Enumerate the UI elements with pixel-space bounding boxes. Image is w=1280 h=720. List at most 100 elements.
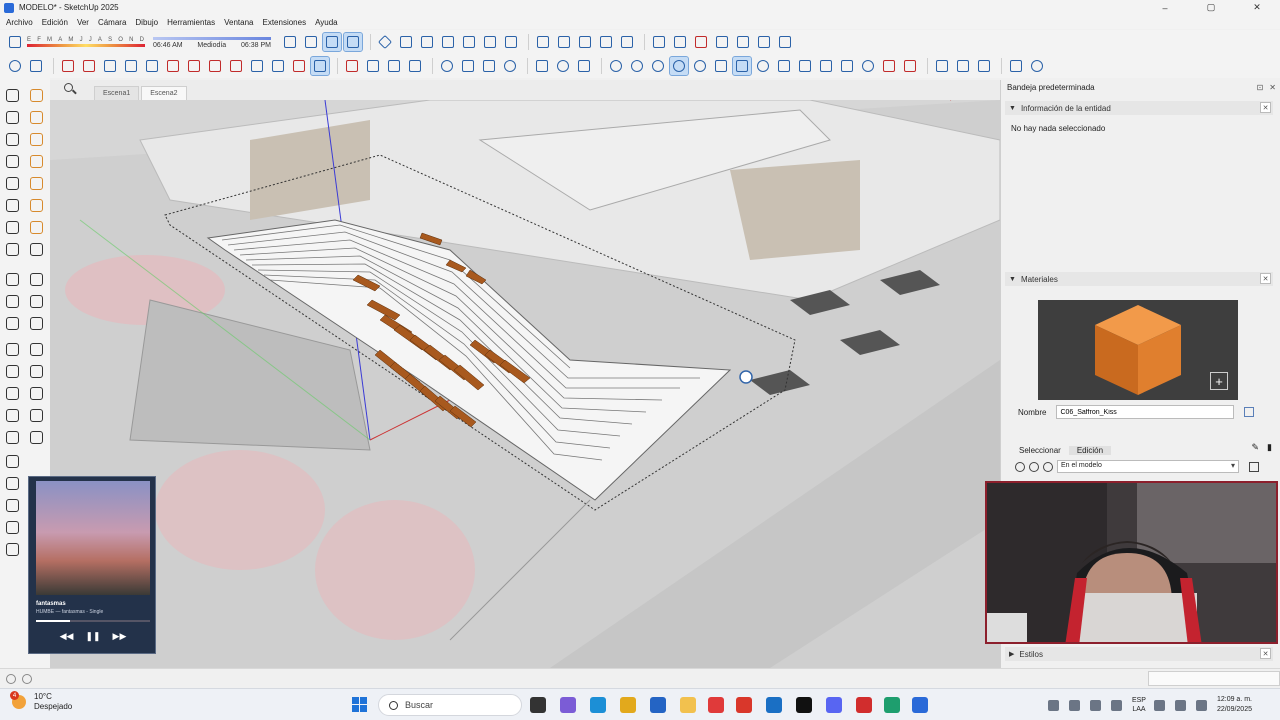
onedrive-icon[interactable] xyxy=(1068,699,1080,711)
materials-close-icon[interactable]: ✕ xyxy=(1260,273,1271,284)
entity-info-header[interactable]: ▼ Información de la entidad ✕ xyxy=(1005,101,1273,115)
house-icon[interactable] xyxy=(3,362,21,380)
tiles-icon[interactable] xyxy=(3,518,21,536)
gear-small-icon[interactable] xyxy=(27,240,45,258)
scale-tool-icon[interactable] xyxy=(3,196,21,214)
menu-herramientas[interactable]: Herramientas xyxy=(167,18,215,27)
next-track-button[interactable]: ▶▶ xyxy=(113,631,127,642)
shadow-date-slider[interactable]: EFMAMJJASOND xyxy=(27,37,145,47)
eyedropper-icon[interactable]: ✎ xyxy=(1252,442,1260,453)
menu-dibujo[interactable]: Dibujo xyxy=(135,18,158,27)
top-view-icon[interactable] xyxy=(397,33,415,51)
details-arrow-icon[interactable] xyxy=(1249,461,1259,472)
stack-icon[interactable] xyxy=(3,292,21,310)
taskbar-search[interactable]: Buscar xyxy=(378,694,522,716)
outlook-icon[interactable] xyxy=(766,697,782,713)
bucket-alt-icon[interactable] xyxy=(27,428,45,446)
paint-tool-icon[interactable] xyxy=(27,292,45,310)
shadow-time-slider[interactable]: 06:46 AM Mediodía 06:38 PM xyxy=(153,36,271,49)
solid-subtract-icon[interactable] xyxy=(480,57,498,75)
edit-icon[interactable] xyxy=(27,314,45,332)
materials-tab-select[interactable]: Seleccionar xyxy=(1011,446,1069,455)
print-icon[interactable] xyxy=(3,540,21,558)
pan-icon[interactable] xyxy=(3,130,21,148)
volume-icon[interactable] xyxy=(1153,699,1165,711)
security-icon[interactable] xyxy=(1089,699,1101,711)
terrain-drape-icon[interactable] xyxy=(975,57,993,75)
sun-icon[interactable] xyxy=(27,196,45,214)
wifi-icon[interactable] xyxy=(1174,699,1186,711)
help-icon[interactable] xyxy=(6,673,16,684)
arc-tool-icon[interactable] xyxy=(3,108,21,126)
folder-icon[interactable] xyxy=(533,57,551,75)
user-icon[interactable] xyxy=(1028,57,1046,75)
line-segment-icon[interactable] xyxy=(775,57,793,75)
iso-view-icon[interactable] xyxy=(376,33,394,51)
explode-icon[interactable] xyxy=(576,33,594,51)
fill-drop-icon[interactable] xyxy=(628,57,646,75)
stamp-icon[interactable] xyxy=(713,33,731,51)
lock-icon[interactable] xyxy=(3,314,21,332)
menu-camara[interactable]: Cámara xyxy=(98,18,126,27)
bucket-icon[interactable] xyxy=(3,428,21,446)
layers-tool-icon[interactable] xyxy=(27,270,45,288)
tape-icon[interactable] xyxy=(27,152,45,170)
look-around-icon[interactable] xyxy=(3,218,21,236)
dimension-icon[interactable] xyxy=(364,57,382,75)
weather-widget[interactable]: 4 10°C Despejado xyxy=(10,691,72,712)
xray-icon[interactable] xyxy=(302,33,320,51)
snap-magnet-icon[interactable] xyxy=(732,56,752,76)
copilot-icon[interactable] xyxy=(560,697,576,713)
tray-close-icon[interactable]: ✕ xyxy=(1269,83,1276,92)
orbit-icon[interactable] xyxy=(281,33,299,51)
cube-outline-icon[interactable] xyxy=(796,57,814,75)
wireframe-icon[interactable] xyxy=(343,32,363,52)
box-open-icon[interactable] xyxy=(27,362,45,380)
lasso-select-icon[interactable] xyxy=(3,86,21,104)
magnet-icon[interactable] xyxy=(712,57,730,75)
section-plane-icon[interactable] xyxy=(343,57,361,75)
table-icon[interactable] xyxy=(3,496,21,514)
previous-track-button[interactable]: ◀◀ xyxy=(60,631,74,642)
play-pause-button[interactable]: ❚❚ xyxy=(85,631,100,642)
walk-icon[interactable] xyxy=(27,108,45,126)
opera-icon[interactable] xyxy=(708,697,724,713)
pin-icon[interactable] xyxy=(27,174,45,192)
bottom-view-icon[interactable] xyxy=(502,33,520,51)
front-view-icon[interactable] xyxy=(418,33,436,51)
solid-intersect-icon[interactable] xyxy=(459,57,477,75)
edge-icon[interactable] xyxy=(590,697,606,713)
window-icon[interactable] xyxy=(3,270,21,288)
solid-drop-icon[interactable] xyxy=(649,57,667,75)
discord-icon[interactable] xyxy=(826,697,842,713)
materials-tab-edit[interactable]: Edición xyxy=(1068,445,1112,455)
right-view-icon[interactable] xyxy=(439,33,457,51)
rectangle-icon[interactable] xyxy=(143,57,161,75)
sandbox-from-contours-icon[interactable] xyxy=(650,33,668,51)
solid-union-icon[interactable] xyxy=(438,57,456,75)
rotate-icon[interactable] xyxy=(227,57,245,75)
navigate-back-icon[interactable] xyxy=(1015,461,1025,472)
sketchup-taskbar-icon[interactable] xyxy=(912,697,928,713)
maximize-button[interactable]: ▢ xyxy=(1188,0,1234,15)
smoove-icon[interactable] xyxy=(692,33,710,51)
move-icon[interactable] xyxy=(206,57,224,75)
add-detail-icon[interactable] xyxy=(755,33,773,51)
playback-progress[interactable] xyxy=(36,620,150,622)
grid-icon[interactable] xyxy=(3,452,21,470)
back-view-icon[interactable] xyxy=(460,33,478,51)
sandbox-from-scratch-icon[interactable] xyxy=(671,33,689,51)
styles-header[interactable]: ▶ Estilos ✕ xyxy=(1005,647,1273,661)
close-button[interactable]: ✕ xyxy=(1234,0,1280,15)
mug-icon[interactable] xyxy=(27,218,45,236)
box-icon[interactable] xyxy=(27,340,45,358)
store-icon[interactable] xyxy=(650,697,666,713)
outline-drop-icon[interactable] xyxy=(691,57,709,75)
cancel-tool-icon[interactable] xyxy=(575,57,593,75)
left-view-icon[interactable] xyxy=(481,33,499,51)
scene-tab-1[interactable]: Escena1 xyxy=(94,86,140,100)
hand-icon[interactable] xyxy=(3,152,21,170)
menu-ver[interactable]: Ver xyxy=(77,18,89,27)
style-icon[interactable] xyxy=(501,57,519,75)
water-drop-icon[interactable] xyxy=(607,57,625,75)
